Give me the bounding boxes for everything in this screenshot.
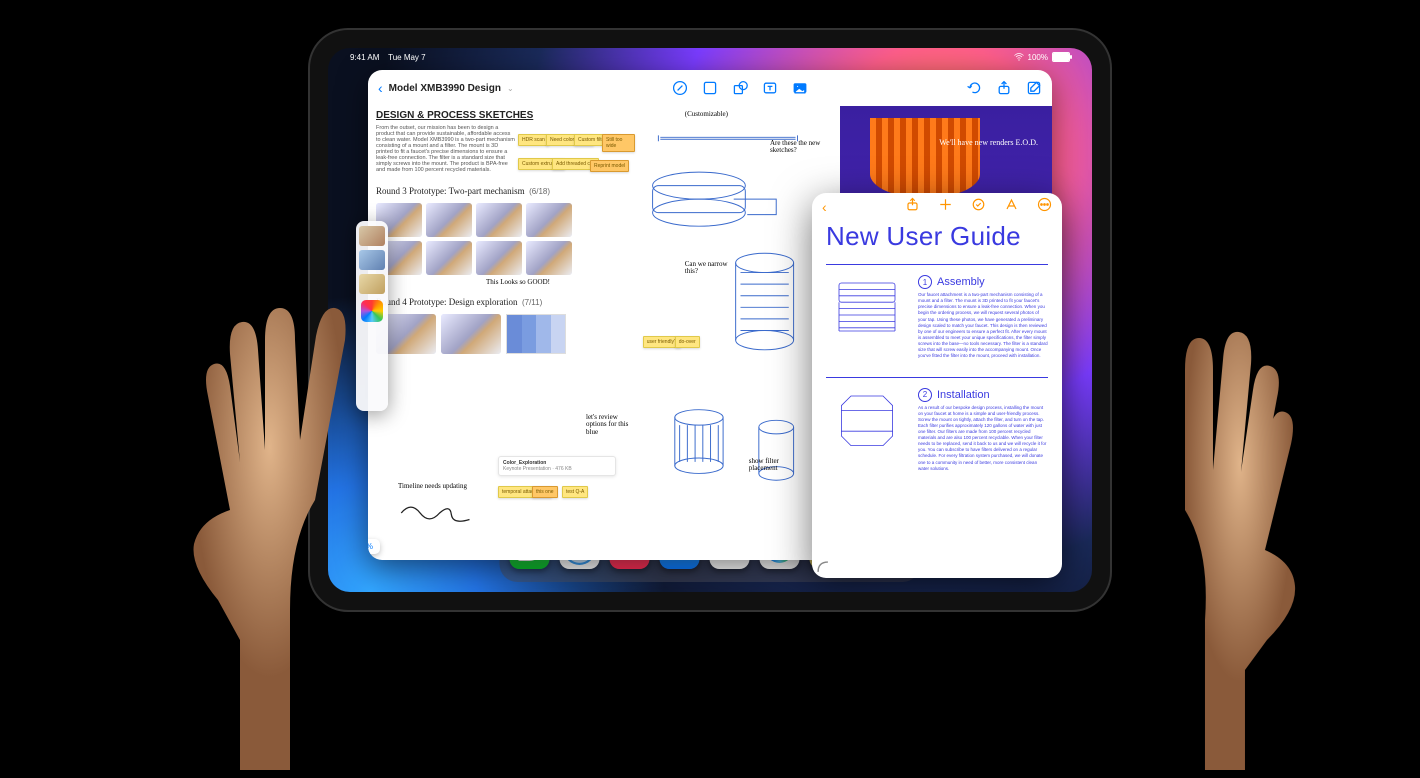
round3-title: Round 3 Prototype: Two-part mechanism [376,186,525,196]
image-thumb[interactable] [441,314,501,354]
round3-date: (6/18) [529,187,550,196]
picker-thumb[interactable] [359,226,385,246]
ipad-device: 9:41 AM Tue May 7 100% [310,30,1110,610]
back-button[interactable]: ‹ [822,199,827,215]
file-attachment[interactable]: Color_Exploration Keynote Presentation ·… [498,456,616,476]
center-toolbar [672,80,808,96]
status-date: Tue May 7 [388,53,426,62]
image-thumb[interactable] [526,203,572,237]
pen-tool-icon[interactable] [672,80,688,96]
ipad-screen: 9:41 AM Tue May 7 100% [328,48,1092,592]
sticky-note[interactable]: this one [532,486,558,498]
sticky-tool-icon[interactable] [702,80,718,96]
image-thumb[interactable] [476,203,522,237]
thumb-grid-1 [376,203,627,275]
guide-h2: 2Installation [918,388,1048,402]
more-icon[interactable] [1037,197,1052,217]
status-time: 9:41 AM [350,53,379,62]
annotation-good: This Looks so GOOD! [486,278,627,286]
doc-title[interactable]: Model XMB3990 Design [389,83,501,94]
canvas-col-mid: (Customizable) [635,106,840,560]
slideover-window[interactable]: ‹ New User Guide [812,193,1062,578]
sticky-note[interactable]: do-over [675,336,700,348]
image-thumb[interactable] [526,241,572,275]
image-thumb[interactable] [426,241,472,275]
resize-handle-icon[interactable] [816,560,830,574]
sticky-note[interactable]: Still too wide [602,134,635,152]
section-heading: DESIGN & PROCESS SKETCHES [376,110,627,121]
note-q2: Can we narrow this? [685,261,735,276]
guide-section-2: 2Installation As a result of our bespoke… [826,388,1048,472]
guide-title: New User Guide [826,223,1048,250]
palette-thumb[interactable] [506,314,566,354]
share-icon[interactable] [905,197,920,217]
canvas-col-left: DESIGN & PROCESS SKETCHES From the outse… [368,106,635,560]
guide-p1: Our faucet attachment is a two-part mech… [918,292,1048,359]
undo-icon[interactable] [966,80,982,96]
sticky-note[interactable]: test Q-A [562,486,588,498]
shapes-tool-icon[interactable] [732,80,748,96]
guide-section-1: 1Assembly Our faucet attachment is a two… [826,275,1048,359]
note-customizable: (Customizable) [685,110,728,118]
add-icon[interactable] [938,197,953,217]
title-bar: ‹ Model XMB3990 Design ⌄ [368,70,1052,106]
media-tool-icon[interactable] [792,80,808,96]
diagram-installation [826,388,908,460]
note-eod: We'll have new renders E.O.D. [939,138,1038,147]
photos-picker[interactable] [356,221,388,411]
picker-thumb[interactable] [359,250,385,270]
annotation-timeline: Timeline needs updating [398,482,467,490]
diagram-assembly [826,275,908,347]
blueprint-sketch [641,118,834,533]
right-toolbar [966,80,1042,96]
intro-text: From the outset, our mission has been to… [376,125,516,173]
file-meta: Keynote Presentation · 476 KB [503,466,611,472]
compose-icon[interactable] [1026,80,1042,96]
image-thumb[interactable] [426,203,472,237]
status-bar: 9:41 AM Tue May 7 100% [328,48,1092,66]
slideover-toolbar: ‹ [812,193,1062,221]
scribble-icon [392,500,482,526]
wifi-icon [1014,53,1024,61]
thumb-grid-2 [376,314,627,354]
annotation-review: let's review options for this blue [586,414,635,436]
guide-h1: 1Assembly [918,275,1048,289]
markup-icon[interactable] [1004,197,1019,217]
progress-pill[interactable]: 63% [368,539,380,554]
text-tool-icon[interactable] [762,80,778,96]
image-thumb[interactable] [476,241,522,275]
guide-p2: As a result of our bespoke design proces… [918,405,1048,472]
sticky-note[interactable]: Reprint model [590,160,629,172]
note-q1: Are these the new sketches? [770,140,834,155]
share-icon[interactable] [996,80,1012,96]
round4-title: Round 4 Prototype: Design exploration [376,297,518,307]
round4-date: (7/11) [522,298,542,307]
note-q3: show filter placement [749,458,805,473]
photos-icon[interactable] [361,300,383,322]
battery-icon [1052,52,1070,62]
status-battery-pct: 100% [1028,53,1048,62]
back-button[interactable]: ‹ [378,80,383,96]
render-image [870,118,980,198]
picker-thumb[interactable] [359,274,385,294]
format-icon[interactable] [971,197,986,217]
chevron-down-icon[interactable]: ⌄ [507,84,514,93]
sticky-note[interactable]: HDR scan [518,134,549,146]
slideover-body: New User Guide [812,221,1062,492]
